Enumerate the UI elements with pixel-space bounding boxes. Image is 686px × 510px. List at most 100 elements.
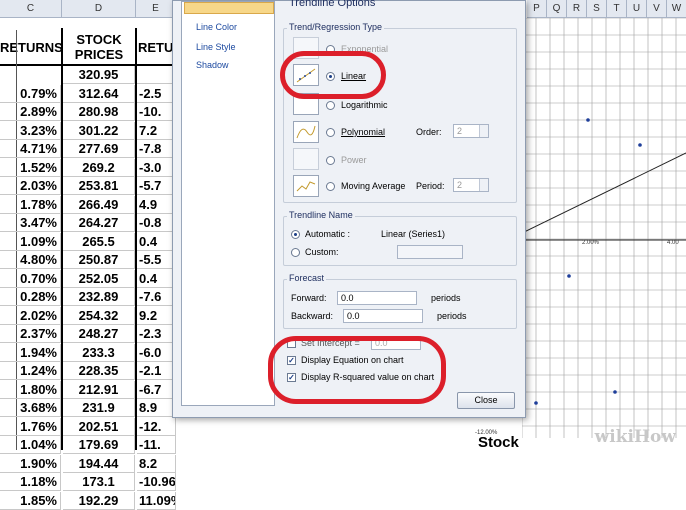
cell-stock-price[interactable]: 253.81 bbox=[63, 177, 135, 195]
column-header-e[interactable]: E bbox=[136, 0, 176, 18]
cell-return-e[interactable]: 8.2 bbox=[137, 454, 176, 473]
cell-return-e[interactable]: -6.0 bbox=[137, 343, 176, 362]
cell-stock-price[interactable]: 179.69 bbox=[63, 436, 135, 454]
polynomial-radio[interactable] bbox=[326, 128, 335, 137]
cell-return-e[interactable]: -11. bbox=[137, 436, 176, 454]
cell-return-c[interactable]: 2.03% bbox=[0, 177, 61, 195]
cell-return-e[interactable]: 0.4 bbox=[137, 232, 176, 251]
nav-item-line-style[interactable]: Line Style bbox=[196, 42, 236, 52]
column-header-d[interactable]: D bbox=[62, 0, 136, 18]
cell-return-c[interactable]: 4.71% bbox=[0, 140, 61, 158]
cell-return-c[interactable]: 2.37% bbox=[0, 325, 61, 343]
cell-return-e[interactable]: -10.96% bbox=[137, 473, 176, 491]
column-header-right[interactable]: R bbox=[567, 0, 587, 18]
cell-return-e[interactable]: 4.9 bbox=[137, 195, 176, 214]
column-header-right[interactable]: S bbox=[587, 0, 607, 18]
moving-average-radio[interactable] bbox=[326, 182, 335, 191]
cell-stock-price[interactable]: 192.29 bbox=[63, 491, 135, 510]
nav-selected-item[interactable] bbox=[184, 2, 274, 14]
nav-item-line-color[interactable]: Line Color bbox=[196, 22, 237, 32]
cell-return-c[interactable]: 3.47% bbox=[0, 214, 61, 232]
cell-return-c[interactable]: 1.85% bbox=[0, 491, 61, 510]
cell-return-c[interactable]: 0.79% bbox=[0, 84, 61, 103]
cell-return-c[interactable]: 1.52% bbox=[0, 158, 61, 177]
cell-stock-price[interactable]: 248.27 bbox=[63, 325, 135, 343]
chart-plot-area[interactable] bbox=[521, 17, 686, 438]
cell-return-c[interactable]: 0.70% bbox=[0, 269, 61, 288]
cell-return-c[interactable]: 1.18% bbox=[0, 473, 61, 491]
cell-stock-price[interactable]: 233.3 bbox=[63, 343, 135, 362]
cell-return-e[interactable]: 11.09% bbox=[137, 491, 176, 510]
cell-stock-price[interactable]: 232.89 bbox=[63, 288, 135, 306]
cell-stock-price[interactable]: 250.87 bbox=[63, 251, 135, 269]
cell-return-e[interactable]: 9.2 bbox=[137, 306, 176, 325]
cell-stock-price[interactable]: 266.49 bbox=[63, 195, 135, 214]
cell-return-e[interactable]: -5.7 bbox=[137, 177, 176, 195]
cell-return-e[interactable]: -3.0 bbox=[137, 158, 176, 177]
cell-return-c[interactable]: 1.24% bbox=[0, 362, 61, 380]
cell-return-c[interactable]: 1.76% bbox=[0, 417, 61, 436]
period-spinner[interactable]: 2 bbox=[453, 178, 489, 192]
cell-return-e[interactable]: -2.3 bbox=[137, 325, 176, 343]
cell-return-c[interactable]: 1.09% bbox=[0, 232, 61, 251]
cell-return-c[interactable]: 2.02% bbox=[0, 306, 61, 325]
cell-return-c[interactable]: 3.68% bbox=[0, 399, 61, 417]
power-radio[interactable] bbox=[326, 156, 335, 165]
cell-return-c[interactable]: 2.89% bbox=[0, 103, 61, 121]
order-spinner[interactable]: 2 bbox=[453, 124, 489, 138]
cell-stock-price[interactable]: 269.2 bbox=[63, 158, 135, 177]
cell-return-c[interactable]: 1.90% bbox=[0, 454, 61, 473]
cell-stock-price[interactable]: 231.9 bbox=[63, 399, 135, 417]
forward-input[interactable]: 0.0 bbox=[337, 291, 417, 305]
cell-return-c[interactable]: 4.80% bbox=[0, 251, 61, 269]
automatic-radio[interactable] bbox=[291, 230, 300, 239]
cell-stock-price[interactable]: 212.91 bbox=[63, 380, 135, 399]
cell-return-c[interactable]: 1.94% bbox=[0, 343, 61, 362]
cell-return-e[interactable]: -12. bbox=[137, 417, 176, 436]
cell-return-e[interactable]: -6.7 bbox=[137, 380, 176, 399]
close-button[interactable]: Close bbox=[457, 392, 515, 409]
cell-stock-price[interactable]: 265.5 bbox=[63, 232, 135, 251]
cell-stock-price[interactable]: 280.98 bbox=[63, 103, 135, 121]
logarithmic-radio[interactable] bbox=[326, 101, 335, 110]
column-header-right[interactable]: T bbox=[607, 0, 627, 18]
nav-item-shadow[interactable]: Shadow bbox=[196, 60, 229, 70]
cell-return-e[interactable] bbox=[137, 66, 176, 84]
cell-return-e[interactable]: -2.5 bbox=[137, 84, 176, 103]
cell-return-c[interactable]: 1.78% bbox=[0, 195, 61, 214]
cell-return-e[interactable]: -10. bbox=[137, 103, 176, 121]
cell-stock-price[interactable]: 301.22 bbox=[63, 121, 135, 140]
column-header-right[interactable]: P bbox=[527, 0, 547, 18]
column-header-right[interactable]: Q bbox=[547, 0, 567, 18]
column-header-right[interactable]: U bbox=[627, 0, 647, 18]
cell-stock-price[interactable]: 312.64 bbox=[63, 84, 135, 103]
cell-stock-price[interactable]: 254.32 bbox=[63, 306, 135, 325]
column-header-right[interactable]: V bbox=[647, 0, 667, 18]
cell-stock-price[interactable]: 277.69 bbox=[63, 140, 135, 158]
cell-return-c[interactable]: 3.23% bbox=[0, 121, 61, 140]
custom-radio[interactable] bbox=[291, 248, 300, 257]
cell-return-e[interactable]: -5.5 bbox=[137, 251, 176, 269]
cell-stock-price[interactable]: 320.95 bbox=[63, 66, 135, 84]
cell-stock-price[interactable]: 173.1 bbox=[63, 473, 135, 491]
scatter-chart[interactable] bbox=[521, 17, 686, 438]
cell-stock-price[interactable]: 194.44 bbox=[63, 454, 135, 473]
cell-return-c[interactable]: 0.28% bbox=[0, 288, 61, 306]
column-header-c[interactable]: C bbox=[0, 0, 62, 18]
cell-return-c[interactable]: 1.04% bbox=[0, 436, 61, 454]
cell-return-e[interactable]: 8.9 bbox=[137, 399, 176, 417]
cell-stock-price[interactable]: 202.51 bbox=[63, 417, 135, 436]
cell-stock-price[interactable]: 252.05 bbox=[63, 269, 135, 288]
column-header-right[interactable]: W bbox=[667, 0, 686, 18]
custom-name-input[interactable] bbox=[397, 245, 463, 259]
cell-return-e[interactable]: -7.6 bbox=[137, 288, 176, 306]
cell-stock-price[interactable]: 228.35 bbox=[63, 362, 135, 380]
cell-return-e[interactable]: 0.4 bbox=[137, 269, 176, 288]
cell-return-e[interactable]: 7.2 bbox=[137, 121, 176, 140]
cell-return-e[interactable]: -0.8 bbox=[137, 214, 176, 232]
cell-stock-price[interactable]: 264.27 bbox=[63, 214, 135, 232]
backward-input[interactable]: 0.0 bbox=[343, 309, 423, 323]
cell-return-e[interactable]: -2.1 bbox=[137, 362, 176, 380]
cell-return-e[interactable]: -7.8 bbox=[137, 140, 176, 158]
cell-return-c[interactable]: 1.80% bbox=[0, 380, 61, 399]
